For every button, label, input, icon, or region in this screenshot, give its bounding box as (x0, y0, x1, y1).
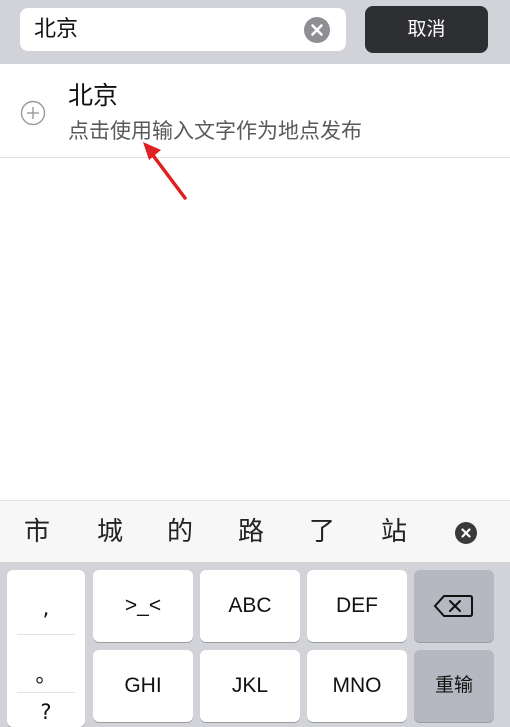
annotation-arrow-icon (143, 142, 187, 200)
abc-key[interactable]: ABC (200, 570, 300, 642)
mno-key[interactable]: MNO (307, 650, 407, 722)
candidate-word[interactable]: 站 (374, 501, 414, 563)
candidate-word[interactable]: 市 (17, 501, 57, 563)
punct-question-key[interactable]: ? (7, 700, 85, 724)
clear-search-icon[interactable] (304, 17, 330, 43)
punctuation-column[interactable]: , 。 ? (7, 570, 85, 727)
search-query-text: 北京 (34, 17, 79, 42)
search-bar: 北京 取消 (0, 0, 510, 64)
emoticon-key[interactable]: >_< (93, 570, 193, 642)
punct-comma-key[interactable]: , (7, 596, 85, 620)
custom-location-row[interactable]: 北京 点击使用输入文字作为地点发布 (0, 64, 510, 158)
location-title: 北京 (68, 81, 119, 110)
backspace-key[interactable] (414, 570, 494, 642)
jkl-key[interactable]: JKL (200, 650, 300, 722)
punct-period-key[interactable]: 。 (7, 659, 85, 689)
candidate-word[interactable]: 的 (160, 501, 200, 563)
candidate-word[interactable]: 城 (90, 501, 130, 563)
clear-candidates-icon[interactable] (455, 522, 477, 544)
add-circle-icon (20, 100, 46, 126)
divider (17, 634, 75, 635)
retype-key[interactable]: 重输 (414, 650, 494, 722)
search-input[interactable]: 北京 (20, 8, 346, 51)
backspace-icon (433, 595, 473, 617)
def-key[interactable]: DEF (307, 570, 407, 642)
screen: 北京 取消 北京 点击使用输入文字作为地点发布 市 城 的 路 了 站 , 。 … (0, 0, 510, 727)
candidate-word[interactable]: 路 (231, 501, 271, 563)
candidate-bar: 市 城 的 路 了 站 (0, 500, 510, 563)
location-hint: 点击使用输入文字作为地点发布 (68, 119, 362, 143)
keyboard: , 。 ? >_< ABC DEF GHI JKL MNO 重输 (0, 562, 510, 727)
divider (17, 692, 75, 693)
candidate-word[interactable]: 了 (302, 501, 342, 563)
ghi-key[interactable]: GHI (93, 650, 193, 722)
cancel-button[interactable]: 取消 (365, 6, 488, 53)
